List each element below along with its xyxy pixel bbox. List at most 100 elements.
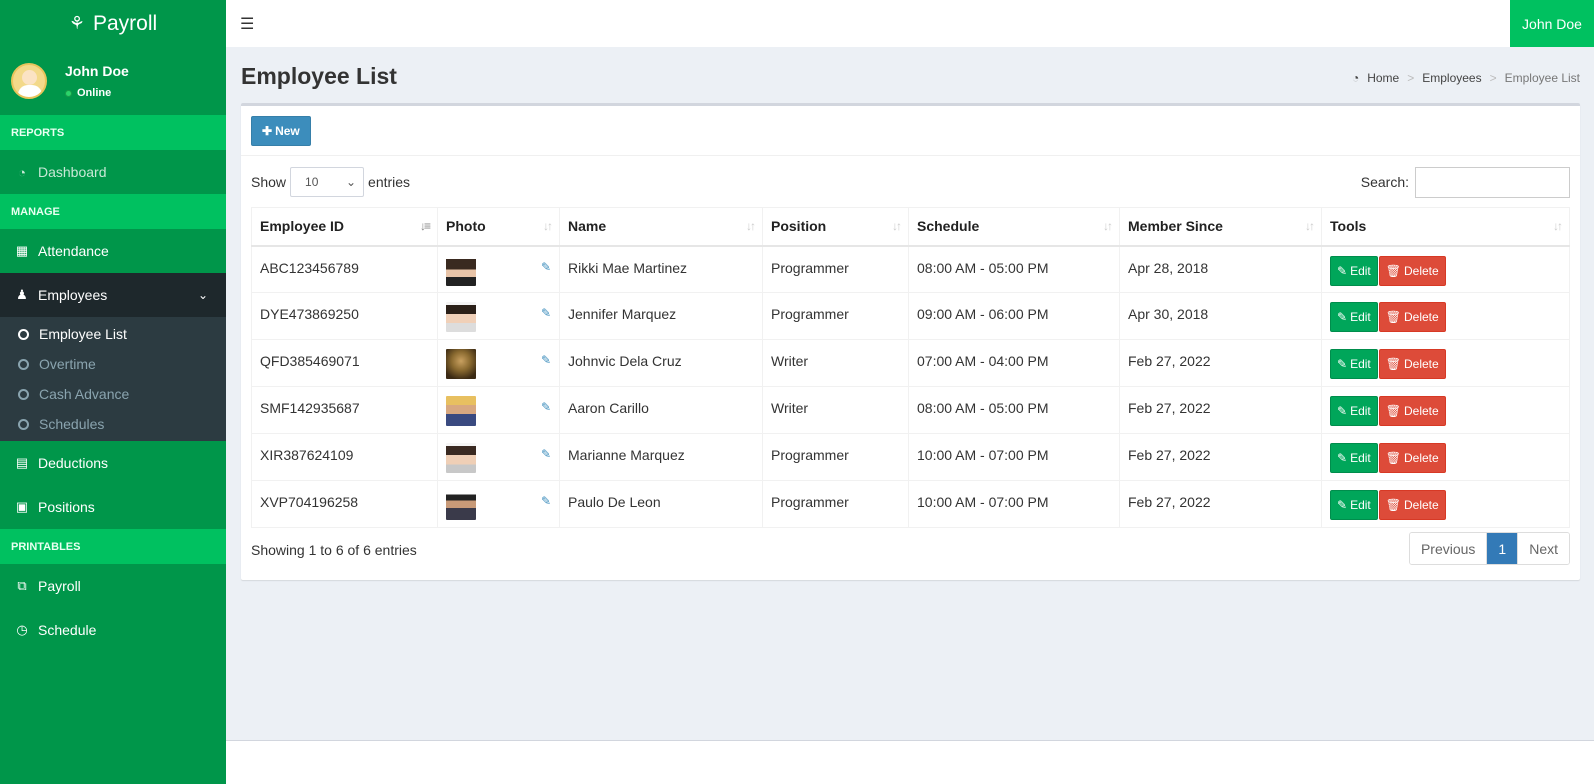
sort-icon: ↓↑ <box>543 219 553 233</box>
edit-button[interactable]: ✎ Edit <box>1330 490 1378 520</box>
calendar-icon: ▦ <box>15 243 29 258</box>
table-row: XVP704196258 ✎ Paulo De Leon Programmer … <box>251 480 1570 528</box>
column-header-name[interactable]: Name ↓↑ <box>559 207 763 247</box>
cell-name: Paulo De Leon <box>559 480 763 528</box>
edit-photo-icon[interactable]: ✎ <box>541 260 551 274</box>
plus-icon: ✚ <box>262 124 273 138</box>
employee-list-box: ✚ New Show 10 ⌄ entries Search: Employee… <box>241 103 1580 580</box>
breadcrumb-home[interactable]: Home <box>1367 71 1399 85</box>
next-page-button[interactable]: Next <box>1517 533 1569 564</box>
edit-icon: ✎ <box>1337 357 1348 371</box>
edit-photo-icon[interactable]: ✎ <box>541 400 551 414</box>
edit-button[interactable]: ✎ Edit <box>1330 396 1378 426</box>
pagination: Previous 1 Next <box>1408 532 1570 565</box>
column-header-schedule[interactable]: Schedule ↓↑ <box>908 207 1120 247</box>
submenu-item-cash-advance[interactable]: Cash Advance <box>0 379 226 409</box>
dashboard-icon: ◔ <box>18 164 26 180</box>
edit-icon: ✎ <box>1337 498 1348 512</box>
chevron-down-icon: ⌄ <box>197 288 208 302</box>
sidebar-item-attendance[interactable]: ▦ Attendance <box>0 229 226 273</box>
submenu-item-label: Schedules <box>39 416 105 432</box>
employee-photo <box>446 396 476 426</box>
search-input[interactable] <box>1415 166 1570 198</box>
submenu-item-schedules[interactable]: Schedules <box>0 409 226 439</box>
edit-button[interactable]: ✎ Edit <box>1330 302 1378 332</box>
trash-icon: 🗑 <box>1385 357 1401 371</box>
new-button-label: New <box>275 124 300 138</box>
column-header-position[interactable]: Position ↓↑ <box>762 207 909 247</box>
delete-button[interactable]: 🗑 Delete <box>1378 349 1446 379</box>
user-menu[interactable]: John Doe <box>1510 0 1594 47</box>
brand-name: Payroll <box>92 11 158 35</box>
edit-photo-icon[interactable]: ✎ <box>541 306 551 320</box>
entries-select[interactable]: 10 ⌄ <box>290 167 365 197</box>
column-header-employee-id[interactable]: Employee ID ↓≡ <box>251 207 438 247</box>
cell-name: Jennifer Marquez <box>559 292 763 340</box>
trash-icon: 🗑 <box>1385 263 1401 278</box>
cell-member-since: Apr 30, 2018 <box>1119 292 1322 340</box>
file-icon: ▤ <box>15 455 29 470</box>
cell-name: Rikki Mae Martinez <box>559 245 763 293</box>
employees-submenu: Employee List Overtime Cash Advance Sche… <box>0 317 226 441</box>
edit-photo-icon[interactable]: ✎ <box>541 494 551 508</box>
cell-employee-id: DYE473869250 <box>251 292 438 340</box>
cell-position: Writer <box>762 386 909 434</box>
entries-value: 10 <box>305 175 319 189</box>
edit-button[interactable]: ✎ Edit <box>1330 349 1378 379</box>
column-header-tools[interactable]: Tools ↓↑ <box>1321 207 1570 247</box>
cell-position: Writer <box>762 339 909 387</box>
sidebar-item-schedule[interactable]: ◷ Schedule <box>0 608 226 652</box>
edit-button[interactable]: ✎ Edit <box>1330 255 1378 286</box>
table-row: SMF142935687 ✎ Aaron Carillo Writer 08:0… <box>251 386 1570 434</box>
sidebar-item-label: Employees <box>38 287 108 303</box>
previous-page-button[interactable]: Previous <box>1409 533 1488 564</box>
sidebar-item-employees[interactable]: ♟ Employees ⌄ <box>0 273 226 317</box>
edit-photo-icon[interactable]: ✎ <box>541 353 551 367</box>
table-info: Showing 1 to 6 of 6 entries <box>251 542 417 558</box>
cell-schedule: 10:00 AM - 07:00 PM <box>908 480 1120 528</box>
new-employee-button[interactable]: ✚ New <box>251 116 311 146</box>
sidebar-item-deductions[interactable]: ▤ Deductions <box>0 441 226 485</box>
edit-photo-icon[interactable]: ✎ <box>541 447 551 461</box>
briefcase-icon: ▣ <box>15 499 29 514</box>
submenu-item-employee-list[interactable]: Employee List <box>0 319 226 349</box>
submenu-item-overtime[interactable]: Overtime <box>0 349 226 379</box>
footer <box>226 740 1594 784</box>
submenu-item-label: Overtime <box>39 356 96 372</box>
column-header-photo[interactable]: Photo ↓↑ <box>437 207 560 247</box>
cell-member-since: Feb 27, 2022 <box>1119 339 1322 387</box>
sidebar-item-dashboard[interactable]: ◔ Dashboard <box>0 150 226 194</box>
trash-icon: 🗑 <box>1385 404 1401 418</box>
sidebar-item-label: Deductions <box>38 455 109 471</box>
delete-button[interactable]: 🗑 Delete <box>1378 302 1446 332</box>
table-row: XIR387624109 ✎ Marianne Marquez Programm… <box>251 433 1570 481</box>
files-icon: ⧉ <box>17 578 27 593</box>
sidebar-item-positions[interactable]: ▣ Positions <box>0 485 226 529</box>
online-dot-icon <box>65 89 72 97</box>
edit-button[interactable]: ✎ Edit <box>1330 443 1378 473</box>
cell-member-since: Feb 27, 2022 <box>1119 386 1322 434</box>
sidebar-item-label: Attendance <box>38 243 109 259</box>
page-button-1[interactable]: 1 <box>1487 533 1518 564</box>
clock-icon: ◷ <box>16 622 28 637</box>
delete-button[interactable]: 🗑 Delete <box>1378 396 1446 426</box>
cell-schedule: 08:00 AM - 05:00 PM <box>908 386 1120 434</box>
breadcrumb-employees[interactable]: Employees <box>1422 71 1481 85</box>
breadcrumb-separator: > <box>1407 71 1415 85</box>
cell-member-since: Apr 28, 2018 <box>1119 245 1322 293</box>
dashboard-icon: ◔ <box>1351 71 1360 85</box>
user-status: Online <box>65 87 129 99</box>
delete-button[interactable]: 🗑 Delete <box>1378 490 1446 520</box>
cell-schedule: 08:00 AM - 05:00 PM <box>908 245 1120 293</box>
sort-icon: ↓↑ <box>746 219 756 233</box>
delete-button[interactable]: 🗑 Delete <box>1378 255 1446 286</box>
menu-toggle-icon[interactable]: ☰ <box>240 14 254 34</box>
trash-icon: 🗑 <box>1385 310 1401 324</box>
delete-button[interactable]: 🗑 Delete <box>1378 443 1446 473</box>
brand[interactable]: ⚘ Payroll <box>0 0 226 47</box>
cell-employee-id: XIR387624109 <box>251 433 438 481</box>
submenu-item-label: Employee List <box>39 326 127 342</box>
sidebar-item-label: Dashboard <box>38 164 107 180</box>
sidebar-item-payroll[interactable]: ⧉ Payroll <box>0 564 226 608</box>
column-header-member-since[interactable]: Member Since ↓↑ <box>1119 207 1322 247</box>
